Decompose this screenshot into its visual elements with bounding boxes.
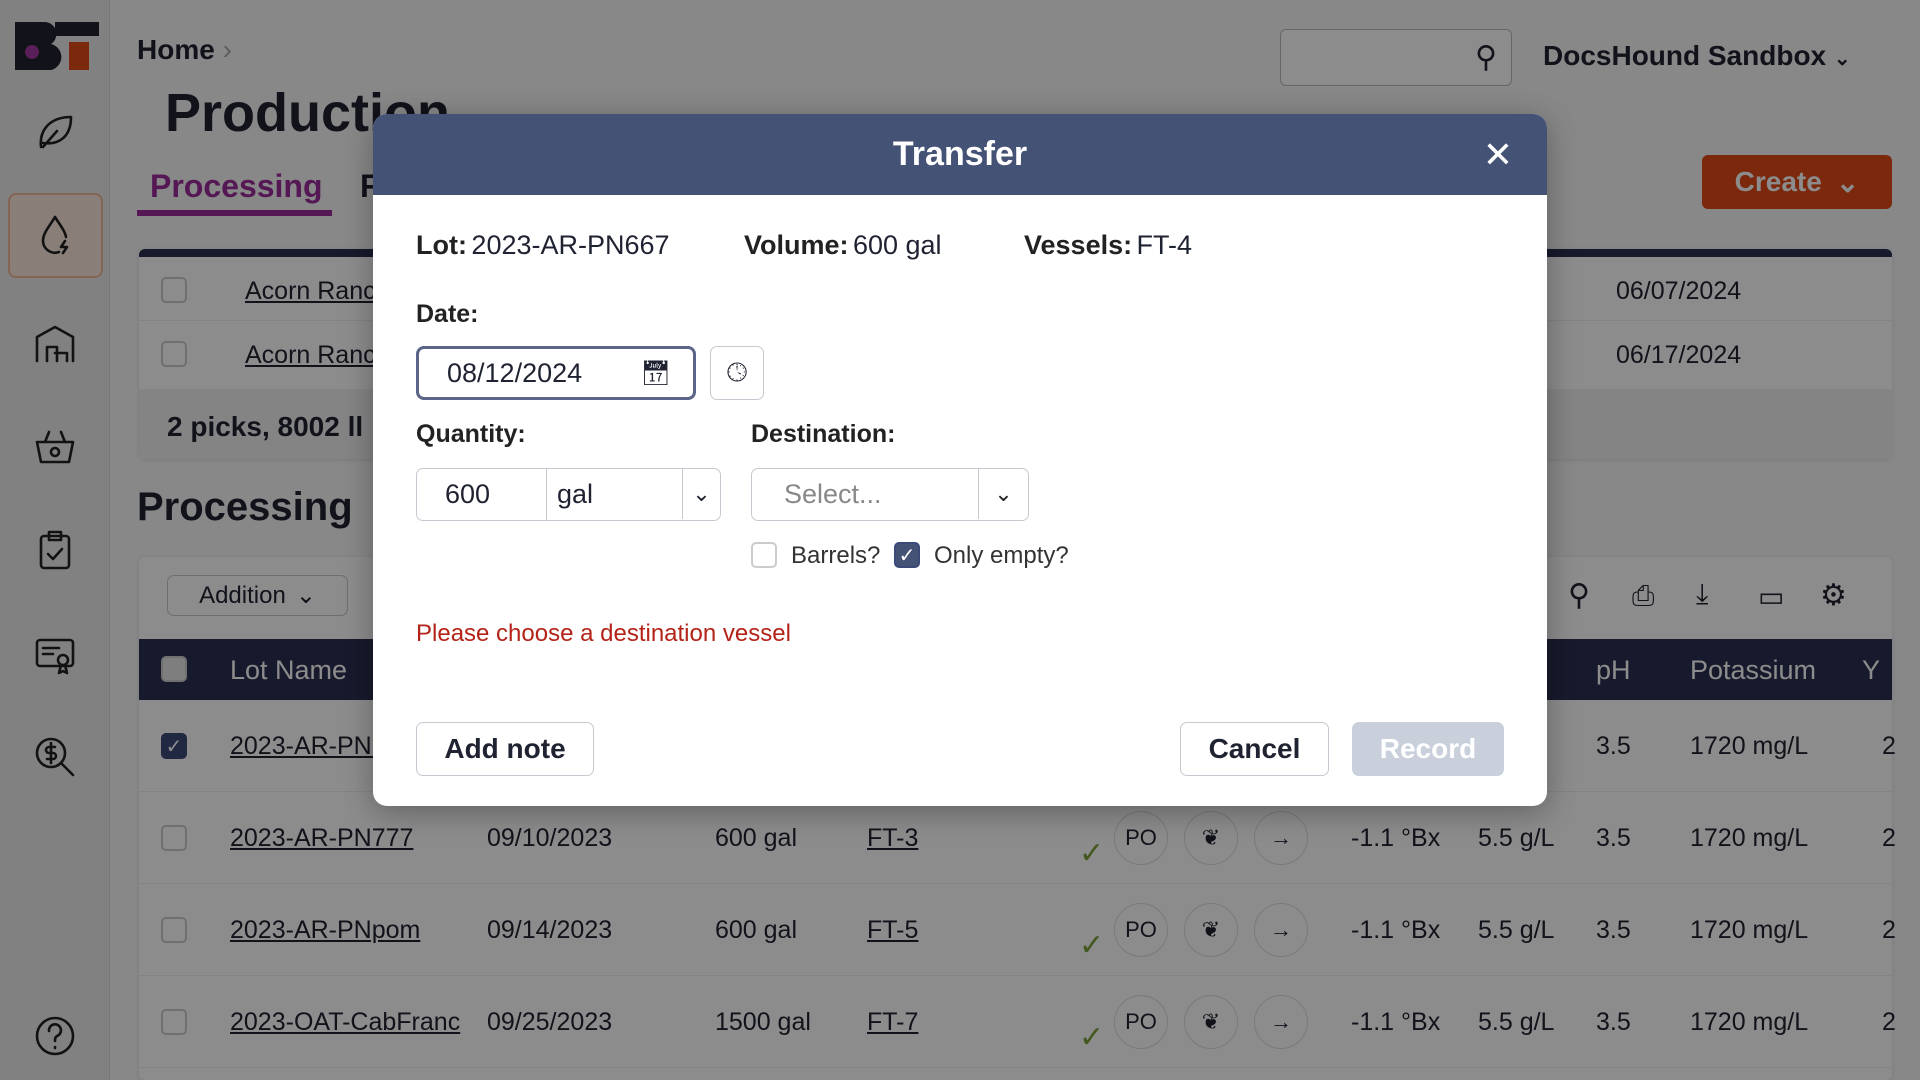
destination-placeholder: Select... (784, 479, 882, 509)
lot-value: 2023-AR-PN667 (471, 230, 670, 260)
vessels-label: Vessels: (1024, 230, 1133, 260)
chevron-down-icon: ⌄ (682, 469, 720, 519)
only-empty-label: Only empty? (934, 542, 1069, 569)
destination-select[interactable]: Select... ⌄ (751, 468, 1029, 521)
error-message: Please choose a destination vessel (416, 620, 791, 647)
date-value: 08/12/2024 (447, 357, 583, 388)
modal-header: Transfer (373, 114, 1547, 195)
record-button[interactable]: Record (1352, 722, 1504, 776)
cancel-button[interactable]: Cancel (1180, 722, 1329, 776)
quantity-value: 600 (445, 479, 491, 509)
unit-value: gal (557, 479, 594, 509)
chevron-down-icon: ⌄ (978, 469, 1028, 519)
quantity-input[interactable]: 600 (416, 468, 547, 521)
destination-label: Destination: (751, 420, 896, 448)
calendar-icon[interactable]: 📅︎ (641, 359, 671, 388)
volume-label: Volume: (744, 230, 849, 260)
barrels-checkbox[interactable] (751, 542, 777, 568)
date-label: Date: (416, 300, 479, 328)
close-icon[interactable]: ✕ (1483, 134, 1513, 176)
quantity-label: Quantity: (416, 420, 526, 448)
vessels-info: Vessels: FT-4 (1024, 230, 1192, 261)
clock-icon: 🕓︎ (726, 357, 748, 387)
volume-info: Volume: 600 gal (744, 230, 942, 261)
only-empty-checkbox[interactable]: ✓ (894, 542, 920, 568)
lot-label: Lot: (416, 230, 467, 260)
add-note-button[interactable]: Add note (416, 722, 594, 776)
unit-select[interactable]: gal ⌄ (546, 468, 721, 521)
modal-title: Transfer (892, 135, 1028, 173)
time-button[interactable]: 🕓︎ (710, 346, 764, 400)
date-input[interactable]: 08/12/2024 📅︎ (416, 346, 696, 400)
lot-info: Lot: 2023-AR-PN667 (416, 230, 670, 261)
volume-value: 600 gal (852, 230, 942, 260)
barrels-label: Barrels? (791, 542, 881, 569)
transfer-modal: Transfer ✕ Lot: 2023-AR-PN667 Volume: 60… (373, 114, 1547, 806)
vessels-value: FT-4 (1136, 230, 1193, 260)
